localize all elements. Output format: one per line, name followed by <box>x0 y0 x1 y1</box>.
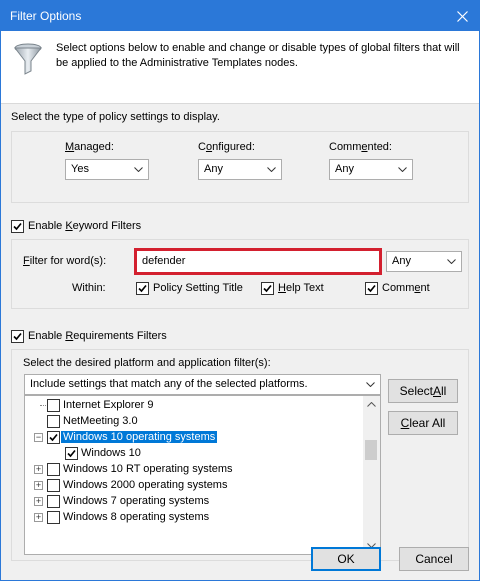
collapse-icon[interactable]: − <box>34 433 43 442</box>
tree-item-label: Internet Explorer 9 <box>63 399 154 411</box>
managed-label: Managed: <box>65 141 114 153</box>
tree-item-checkbox[interactable] <box>47 479 60 492</box>
header-separator <box>1 103 479 104</box>
expand-icon[interactable]: + <box>34 513 43 522</box>
filter-words-label: Filter for word(s): <box>23 255 107 267</box>
checkmark-icon <box>138 284 147 293</box>
header-band: Select options below to enable and chang… <box>1 31 479 103</box>
tree-scrollbar[interactable] <box>363 396 380 554</box>
keyword-match-value: Any <box>392 255 411 267</box>
platform-match-select[interactable]: Include settings that match any of the s… <box>24 374 381 395</box>
tree-item[interactable]: + Windows 8 operating systems <box>25 510 363 526</box>
configured-select[interactable]: Any <box>198 159 282 180</box>
filter-words-value: defender <box>142 255 186 267</box>
tree-item-label: Windows 10 operating systems <box>61 431 218 443</box>
checkmark-icon <box>263 284 272 293</box>
checkmark-icon <box>13 332 22 341</box>
tree-item-checkbox[interactable] <box>47 495 60 508</box>
tree-item-checkbox[interactable] <box>47 415 60 428</box>
tree-item-checkbox[interactable] <box>47 511 60 524</box>
platform-match-value: Include settings that match any of the s… <box>30 378 308 390</box>
clear-all-button[interactable]: Clear All <box>388 411 458 435</box>
chevron-down-icon <box>130 160 146 179</box>
expand-icon[interactable]: + <box>34 465 43 474</box>
tree-item-checkbox[interactable] <box>47 463 60 476</box>
managed-select[interactable]: Yes <box>65 159 149 180</box>
tree-item[interactable]: + Windows 7 operating systems <box>25 494 363 510</box>
chevron-down-icon <box>263 160 279 179</box>
window-title: Filter Options <box>10 9 82 23</box>
help-text-checkbox[interactable] <box>261 282 274 295</box>
chevron-down-icon <box>362 375 378 394</box>
enable-requirements-filters-label: Enable Requirements Filters <box>28 330 167 342</box>
within-label: Within: <box>72 282 106 294</box>
configured-value: Any <box>204 163 223 175</box>
enable-keyword-filters-label: Enable Keyword Filters <box>28 220 142 232</box>
scrollbar-thumb[interactable] <box>365 440 377 460</box>
filter-words-input[interactable]: defender <box>134 248 382 275</box>
enable-requirements-filters-checkbox[interactable] <box>11 330 24 343</box>
tree-item-label: NetMeeting 3.0 <box>63 415 138 427</box>
expand-icon[interactable]: + <box>34 481 43 490</box>
checkmark-icon <box>49 433 58 442</box>
tree-item[interactable]: − Windows 10 operating systems <box>25 430 363 446</box>
tree-item-label: Windows 8 operating systems <box>63 511 210 523</box>
policy-type-label: Select the type of policy settings to di… <box>11 111 220 123</box>
help-text-label: Help Text <box>278 282 324 294</box>
expand-icon[interactable]: + <box>34 497 43 506</box>
ok-button[interactable]: OK <box>311 547 381 571</box>
tree-item-checkbox[interactable] <box>47 431 60 444</box>
commented-value: Any <box>335 163 354 175</box>
select-all-button[interactable]: Select All <box>388 379 458 403</box>
close-icon <box>456 10 468 22</box>
title-bar: Filter Options <box>1 1 479 31</box>
keyword-match-select[interactable]: Any <box>386 251 462 272</box>
tree-item-label: Windows 10 RT operating systems <box>63 463 233 475</box>
commented-label: Commented: <box>329 141 392 153</box>
configured-label: Configured: <box>198 141 255 153</box>
chevron-up-icon[interactable] <box>363 396 380 413</box>
funnel-icon <box>13 43 43 75</box>
tree-item-checkbox[interactable] <box>65 447 78 460</box>
policy-type-group: Managed: Yes Configured: Any Commented: … <box>11 131 469 203</box>
chevron-down-icon <box>443 252 459 271</box>
tree-item[interactable]: Internet Explorer 9 <box>25 398 363 414</box>
tree-item[interactable]: Windows 10 <box>25 446 363 462</box>
close-button[interactable] <box>445 1 479 31</box>
filter-options-dialog: Filter Options Select options below to e… <box>0 0 480 581</box>
platform-tree[interactable]: Internet Explorer 9 NetMeeting 3.0 − Win… <box>24 395 381 555</box>
dialog-description: Select options below to enable and chang… <box>56 42 460 69</box>
tree-item-label: Windows 10 <box>81 447 141 459</box>
tree-item[interactable]: NetMeeting 3.0 <box>25 414 363 430</box>
comment-label: Comment <box>382 282 430 294</box>
commented-select[interactable]: Any <box>329 159 413 180</box>
enable-keyword-filters-checkbox[interactable] <box>11 220 24 233</box>
checkmark-icon <box>13 222 22 231</box>
managed-value: Yes <box>71 163 89 175</box>
chevron-down-icon <box>394 160 410 179</box>
tree-item[interactable]: + Windows 2000 operating systems <box>25 478 363 494</box>
tree-item-label: Windows 2000 operating systems <box>63 479 228 491</box>
cancel-button[interactable]: Cancel <box>399 547 469 571</box>
tree-item[interactable]: + Windows 10 RT operating systems <box>25 462 363 478</box>
policy-setting-title-checkbox[interactable] <box>136 282 149 295</box>
dialog-content: Select options below to enable and chang… <box>1 31 479 580</box>
policy-setting-title-label: Policy Setting Title <box>153 282 243 294</box>
tree-item-label: Windows 7 operating systems <box>63 495 210 507</box>
comment-checkbox[interactable] <box>365 282 378 295</box>
checkmark-icon <box>67 449 76 458</box>
keyword-group: Filter for word(s): defender Any Within:… <box>11 239 469 309</box>
checkmark-icon <box>367 284 376 293</box>
platform-filter-label: Select the desired platform and applicat… <box>23 357 271 369</box>
tree-item-checkbox[interactable] <box>47 399 60 412</box>
